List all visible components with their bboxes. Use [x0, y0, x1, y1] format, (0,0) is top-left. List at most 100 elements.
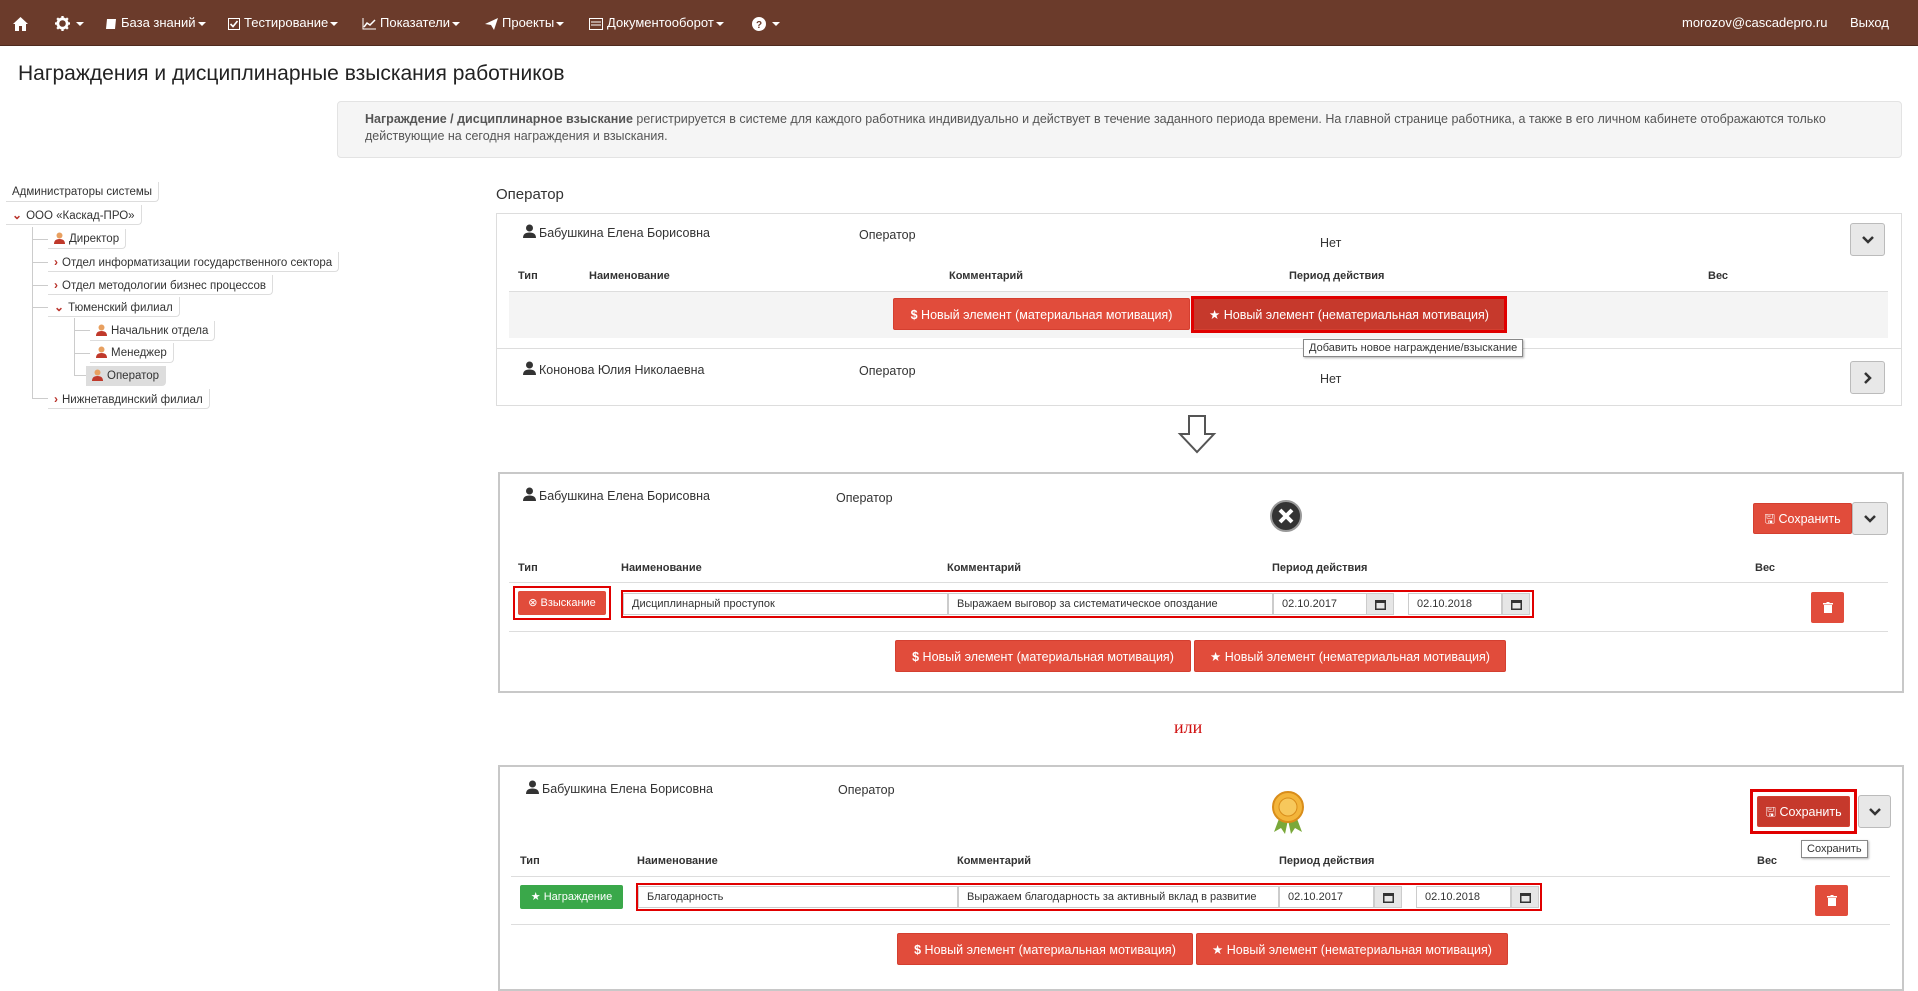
home-button[interactable] [13, 0, 32, 46]
info-box: Награждение / дисциплинарное взыскание р… [337, 101, 1902, 158]
new-material-button[interactable]: $ Новый элемент (материальная мотивация) [893, 298, 1190, 330]
help-menu[interactable]: ? [752, 0, 780, 46]
col-weight: Вес [1757, 855, 1778, 867]
comment-field[interactable]: Выражаем выговор за систематическое опоз… [948, 593, 1273, 615]
home-icon [13, 16, 28, 31]
arrow-down-icon [1177, 415, 1217, 454]
user-icon [523, 224, 536, 238]
tree-item-branch1[interactable]: ⌄ Тюменский филиал [48, 297, 180, 317]
col-type: Тип [518, 270, 538, 282]
col-comment: Комментарий [949, 270, 1024, 282]
save-icon: 🖫 [1764, 512, 1776, 526]
employee-value: Нет [1320, 372, 1342, 386]
penalty-type-button[interactable]: ⊗ Взыскание [518, 591, 606, 615]
nav-indicators[interactable]: Показатели [362, 0, 460, 46]
nav-projects[interactable]: Проекты [485, 0, 565, 46]
chevron-down-icon: ⌄ [12, 208, 23, 222]
user-icon [526, 780, 539, 794]
comment-field[interactable]: Выражаем благодарность за активный вклад… [958, 886, 1279, 908]
paper-plane-icon [485, 17, 498, 30]
question-circle-icon: ? [752, 16, 766, 31]
chevron-right-icon: › [54, 255, 58, 269]
employee-value: Нет [1320, 236, 1342, 250]
save-icon: 🖫 [1765, 805, 1777, 819]
svg-text:?: ? [756, 20, 762, 31]
col-name: Наименование [637, 855, 718, 867]
star-icon: ★ [1209, 308, 1221, 322]
chevron-down-icon [1868, 807, 1881, 816]
user-icon [92, 369, 103, 381]
tree-item-head[interactable]: Начальник отдела [90, 321, 216, 341]
col-period: Период действия [1289, 270, 1385, 282]
employee-name: Бабушкина Елена Борисовна [523, 224, 710, 240]
save-button[interactable]: 🖫 Сохранить [1753, 503, 1852, 534]
col-name: Наименование [621, 562, 702, 574]
new-nonmaterial-button[interactable]: ★ Новый элемент (нематериальная мотиваци… [1193, 298, 1505, 330]
employee-role: Оператор [838, 783, 895, 797]
new-material-button[interactable]: $ Новый элемент (материальная мотивация) [897, 933, 1193, 965]
tree-item-org[interactable]: ⌄ ООО «Каскад-ПРО» [6, 205, 142, 225]
collapse-button[interactable] [1858, 795, 1891, 828]
nav-testing[interactable]: Тестирование [228, 0, 339, 46]
calendar-button[interactable] [1374, 886, 1402, 908]
tree-item-director[interactable]: Директор [48, 229, 127, 249]
employee-role: Оператор [836, 491, 893, 505]
logout-link[interactable]: Выход [1850, 0, 1889, 46]
tree-item-branch2[interactable]: › Нижнетавдинский филиал [48, 389, 210, 409]
settings-menu[interactable] [55, 0, 84, 46]
col-name: Наименование [589, 270, 670, 282]
employee-role: Оператор [859, 228, 916, 242]
date-from-field[interactable]: 02.10.2017 [1279, 886, 1374, 908]
col-weight: Вес [1708, 270, 1729, 282]
chevron-down-icon [1864, 514, 1876, 523]
nav-knowledge-base[interactable]: База знаний [105, 0, 206, 46]
date-to-field[interactable]: 02.10.2018 [1408, 593, 1502, 615]
star-icon: ★ [530, 891, 541, 903]
name-field[interactable]: Дисциплинарный проступок [623, 593, 948, 615]
save-button[interactable]: 🖫 Сохранить [1757, 796, 1850, 827]
minus-circle-icon: ⊗ [528, 597, 538, 609]
tree-item-operator[interactable]: Оператор [86, 366, 167, 386]
gear-icon [55, 16, 70, 32]
book-icon [106, 18, 116, 29]
new-material-button[interactable]: $ Новый элемент (материальная мотивация) [895, 640, 1191, 672]
calendar-button[interactable] [1366, 593, 1394, 615]
date-from-field[interactable]: 02.10.2017 [1273, 593, 1367, 615]
employee-name: Кононова Юлия Николаевна [523, 361, 704, 377]
col-period: Период действия [1272, 562, 1368, 574]
tree-item-dept2[interactable]: › Отдел методологии бизнес процессов [48, 275, 273, 295]
tree-item-dept1[interactable]: › Отдел информатизации государственного с… [48, 252, 340, 272]
col-comment: Комментарий [957, 855, 1032, 867]
user-email[interactable]: morozov@cascadepro.ru [1682, 0, 1827, 46]
col-comment: Комментарий [947, 562, 1022, 574]
document-icon [589, 17, 603, 30]
trash-icon [1822, 602, 1833, 613]
new-nonmaterial-button[interactable]: ★ Новый элемент (нематериальная мотиваци… [1194, 640, 1506, 672]
tooltip: Сохранить [1801, 840, 1868, 858]
chevron-right-icon: › [54, 392, 58, 406]
collapse-button[interactable] [1852, 502, 1888, 535]
name-field[interactable]: Благодарность [638, 886, 958, 908]
line-chart-icon [362, 17, 376, 30]
calendar-button[interactable] [1511, 886, 1539, 908]
nav-document-flow[interactable]: Документооборот [589, 0, 724, 46]
col-type: Тип [518, 562, 538, 574]
tree-item-admins[interactable]: Администраторы системы [6, 182, 160, 202]
award-type-button[interactable]: ★ Награждение [520, 885, 623, 909]
delete-button[interactable] [1811, 592, 1844, 623]
calendar-icon [1374, 599, 1386, 610]
collapse-button[interactable] [1850, 223, 1885, 256]
user-icon [523, 487, 536, 501]
calendar-button[interactable] [1502, 593, 1530, 615]
calendar-icon [1519, 892, 1531, 903]
tree-item-manager[interactable]: Менеджер [90, 343, 174, 363]
delete-button[interactable] [1815, 885, 1848, 916]
col-type: Тип [520, 855, 540, 867]
date-to-field[interactable]: 02.10.2018 [1416, 886, 1511, 908]
chevron-down-icon: ⌄ [54, 300, 65, 314]
chevron-right-icon: › [54, 278, 58, 292]
new-nonmaterial-button[interactable]: ★ Новый элемент (нематериальная мотиваци… [1196, 933, 1508, 965]
expand-button[interactable] [1850, 361, 1885, 394]
top-navbar: База знаний Тестирование Показатели Прое… [0, 0, 1918, 46]
page-title: Награждения и дисциплинарные взыскания р… [18, 62, 565, 85]
